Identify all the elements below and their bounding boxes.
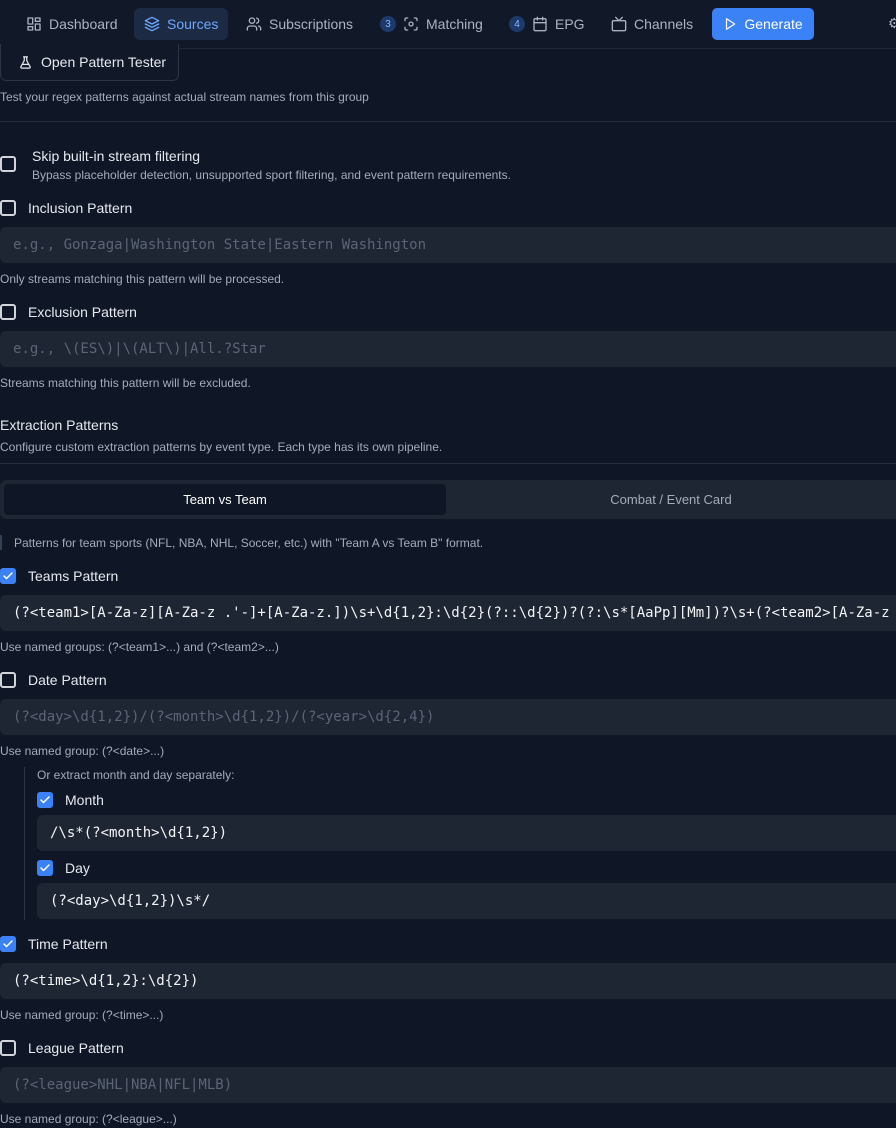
skip-filter-label: Skip built-in stream filtering bbox=[32, 148, 201, 164]
extraction-title: Extraction Patterns bbox=[0, 417, 119, 433]
matching-badge: 3 bbox=[380, 16, 396, 32]
exclusion-row: Exclusion Pattern bbox=[0, 304, 137, 320]
date-checkbox[interactable] bbox=[0, 672, 16, 688]
team-sports-note: Patterns for team sports (NFL, NBA, NHL,… bbox=[14, 536, 484, 550]
tab-team-vs-team[interactable]: Team vs Team bbox=[4, 484, 446, 515]
nested-indent-line bbox=[24, 767, 25, 920]
layers-icon bbox=[144, 16, 160, 32]
divider bbox=[0, 121, 896, 122]
event-type-tabs: Team vs Team Combat / Event Card bbox=[0, 480, 896, 519]
month-label: Month bbox=[65, 792, 104, 808]
nav-dashboard[interactable]: Dashboard bbox=[16, 8, 128, 40]
generate-label: Generate bbox=[744, 16, 803, 32]
inclusion-checkbox[interactable] bbox=[0, 200, 16, 216]
league-row: League Pattern bbox=[0, 1040, 124, 1056]
time-input[interactable]: (?<time>\d{1,2}:\d{2}) bbox=[0, 963, 896, 999]
nav-matching-label: Matching bbox=[426, 16, 483, 32]
nav-sources-label: Sources bbox=[167, 16, 219, 32]
nav-sources[interactable]: Sources bbox=[134, 8, 229, 40]
teams-checkbox[interactable] bbox=[0, 568, 16, 584]
divider bbox=[0, 463, 896, 464]
league-help: Use named group: (?<league>...) bbox=[0, 1112, 177, 1126]
check-icon bbox=[40, 864, 50, 872]
flask-icon bbox=[20, 55, 31, 69]
open-pattern-tester-button[interactable]: Open Pattern Tester bbox=[0, 44, 179, 81]
time-checkbox[interactable] bbox=[0, 936, 16, 952]
time-help: Use named group: (?<time>...) bbox=[0, 1008, 164, 1022]
exclusion-input[interactable]: e.g., \(ES\)|\(ALT\)|All.?Star bbox=[0, 331, 896, 367]
tv-icon bbox=[611, 16, 627, 32]
generate-button[interactable]: Generate bbox=[712, 8, 814, 40]
league-input[interactable]: (?<league>NHL|NBA|NFL|MLB) bbox=[0, 1067, 896, 1103]
exclusion-checkbox[interactable] bbox=[0, 304, 16, 320]
open-pattern-tester-label: Open Pattern Tester bbox=[41, 54, 167, 70]
date-label: Date Pattern bbox=[28, 672, 107, 688]
day-label: Day bbox=[65, 860, 90, 876]
exclusion-help: Streams matching this pattern will be ex… bbox=[0, 376, 251, 390]
league-label: League Pattern bbox=[28, 1040, 124, 1056]
nav-channels[interactable]: Channels bbox=[601, 8, 703, 40]
epg-badge: 4 bbox=[509, 16, 525, 32]
extraction-description: Configure custom extraction patterns by … bbox=[0, 440, 443, 454]
teams-input[interactable]: (?<team1>[A-Za-z][A-Za-z .'-]+[A-Za-z.])… bbox=[0, 595, 896, 631]
pattern-tester-help: Test your regex patterns against actual … bbox=[0, 90, 369, 104]
skip-filter-checkbox[interactable] bbox=[0, 156, 16, 172]
skip-filter-description: Bypass placeholder detection, unsupporte… bbox=[32, 168, 511, 182]
dashboard-icon bbox=[27, 17, 41, 31]
check-icon bbox=[3, 940, 13, 948]
teams-row: Teams Pattern bbox=[0, 568, 118, 584]
nav-dashboard-label: Dashboard bbox=[49, 16, 118, 32]
nav-subscriptions[interactable]: Subscriptions bbox=[236, 8, 363, 40]
top-nav: Dashboard Sources Subscriptions 3 Matchi… bbox=[0, 0, 896, 49]
date-help: Use named group: (?<date>...) bbox=[0, 744, 165, 758]
play-icon bbox=[726, 18, 736, 30]
date-separate-label: Or extract month and day separately: bbox=[37, 768, 235, 782]
note-accent-bar bbox=[0, 535, 2, 550]
inclusion-label: Inclusion Pattern bbox=[28, 200, 133, 216]
teams-help: Use named groups: (?<team1>...) and (?<t… bbox=[0, 640, 279, 654]
check-icon bbox=[3, 572, 13, 580]
day-row: Day bbox=[37, 860, 90, 876]
month-checkbox[interactable] bbox=[37, 792, 53, 808]
day-checkbox[interactable] bbox=[37, 860, 53, 876]
month-input[interactable]: /\s*(?<month>\d{1,2}) bbox=[37, 815, 896, 851]
day-input[interactable]: (?<day>\d{1,2})\s*/ bbox=[37, 883, 896, 919]
nav-channels-label: Channels bbox=[634, 16, 694, 32]
time-row: Time Pattern bbox=[0, 936, 108, 952]
nav-epg-label: EPG bbox=[555, 16, 585, 32]
nav-epg[interactable]: 4 EPG bbox=[499, 8, 595, 40]
nav-matching[interactable]: 3 Matching bbox=[370, 8, 493, 40]
exclusion-label: Exclusion Pattern bbox=[28, 304, 137, 320]
scan-icon bbox=[404, 17, 418, 31]
time-label: Time Pattern bbox=[28, 936, 108, 952]
tab-combat-event-card[interactable]: Combat / Event Card bbox=[446, 484, 896, 515]
overflow-icon[interactable]: ⚙ bbox=[888, 15, 896, 31]
skip-filter-row bbox=[0, 156, 16, 172]
inclusion-row: Inclusion Pattern bbox=[0, 200, 132, 216]
league-checkbox[interactable] bbox=[0, 1040, 16, 1056]
check-icon bbox=[40, 796, 50, 804]
teams-label: Teams Pattern bbox=[28, 568, 119, 584]
inclusion-help: Only streams matching this pattern will … bbox=[0, 272, 285, 286]
date-input[interactable]: (?<day>\d{1,2})/(?<month>\d{1,2})/(?<yea… bbox=[0, 699, 896, 735]
month-row: Month bbox=[37, 792, 104, 808]
date-row: Date Pattern bbox=[0, 672, 107, 688]
nav-subscriptions-label: Subscriptions bbox=[269, 16, 354, 32]
users-icon bbox=[246, 17, 262, 31]
inclusion-input[interactable]: e.g., Gonzaga|Washington State|Eastern W… bbox=[0, 227, 896, 263]
calendar-icon bbox=[533, 16, 547, 32]
